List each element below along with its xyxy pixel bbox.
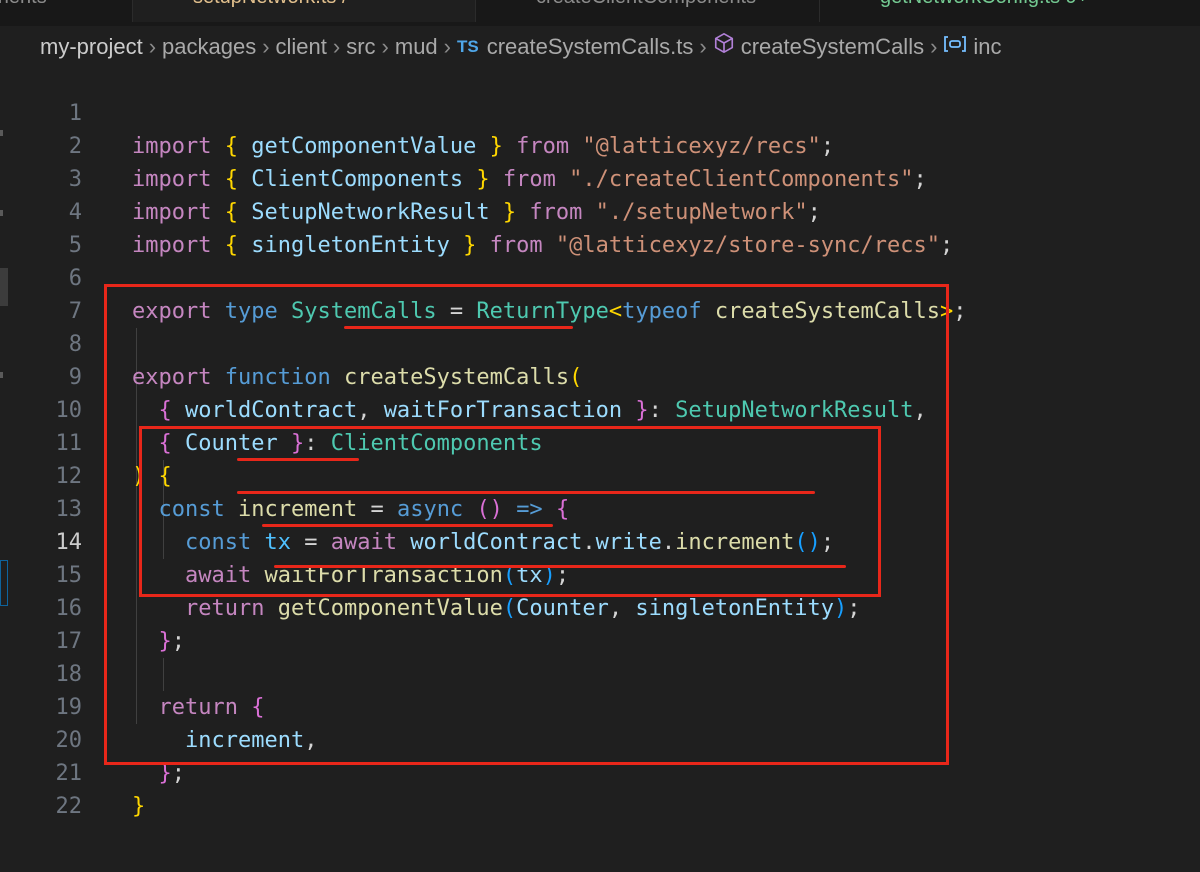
breadcrumb-item[interactable]: packages: [162, 31, 256, 63]
chevron-right-icon: ›: [930, 34, 938, 60]
annotation-underline: [237, 458, 359, 461]
tab-create-client-components[interactable]: createClientComponents: [476, 0, 820, 22]
code-line: 3 import { SetupNetworkResult } from "./…: [0, 130, 1200, 225]
tab-label: setupNetwork.ts /: [193, 0, 475, 9]
chevron-right-icon: ›: [148, 34, 157, 60]
chevron-right-icon: ›: [443, 34, 451, 60]
breadcrumb-file[interactable]: createSystemCalls.ts: [487, 31, 694, 63]
tab-get-network-config[interactable]: getNetworkConfig.ts 9+: [820, 0, 1200, 22]
code-line: 6 export type SystemCalls = ReturnType<t…: [0, 229, 1200, 324]
cube-symbol-icon: [713, 31, 735, 63]
chevron-right-icon: ›: [332, 34, 341, 60]
chevron-right-icon: ›: [699, 34, 707, 60]
breadcrumb-symbol[interactable]: inc: [973, 31, 1001, 63]
code-line: 2 import { ClientComponents } from "./cr…: [0, 97, 1200, 192]
annotation-underline: [344, 326, 573, 329]
breadcrumb-item[interactable]: mud: [395, 31, 438, 63]
annotation-underline: [274, 565, 846, 568]
annotation-underline: [262, 524, 553, 527]
tab-label: getNetworkConfig.ts 9+: [880, 0, 1200, 9]
line-number: 22: [55, 794, 83, 819]
tab-components[interactable]: ...onents: [0, 0, 133, 22]
breadcrumb-item[interactable]: my-project: [40, 31, 143, 63]
code-line: 5: [0, 196, 1200, 258]
code-line: 1 import { getComponentValue } from "@la…: [0, 64, 1200, 159]
tab-label: ...onents: [0, 0, 132, 9]
breadcrumb-item[interactable]: client: [276, 31, 327, 63]
variable-symbol-icon: [943, 31, 967, 63]
annotation-underline: [237, 491, 815, 494]
chevron-right-icon: ›: [262, 34, 270, 60]
tab-setup-network[interactable]: setupNetwork.ts /: [133, 0, 476, 22]
tab-strip: ...onents setupNetwork.ts / createClient…: [0, 0, 1200, 26]
typescript-file-icon: TS: [457, 37, 479, 57]
breadcrumb: my-project › packages › client › src › mud › TS cre…: [40, 30, 1002, 62]
breadcrumb-item[interactable]: src: [346, 31, 375, 63]
tab-label: createClientComponents: [536, 0, 819, 9]
code-line: 4 import { singletonEntity } from "@latt…: [0, 163, 1200, 258]
annotation-box-increment: [139, 426, 881, 597]
chevron-right-icon: ›: [381, 34, 389, 60]
breadcrumb-symbol[interactable]: createSystemCalls: [741, 31, 924, 63]
